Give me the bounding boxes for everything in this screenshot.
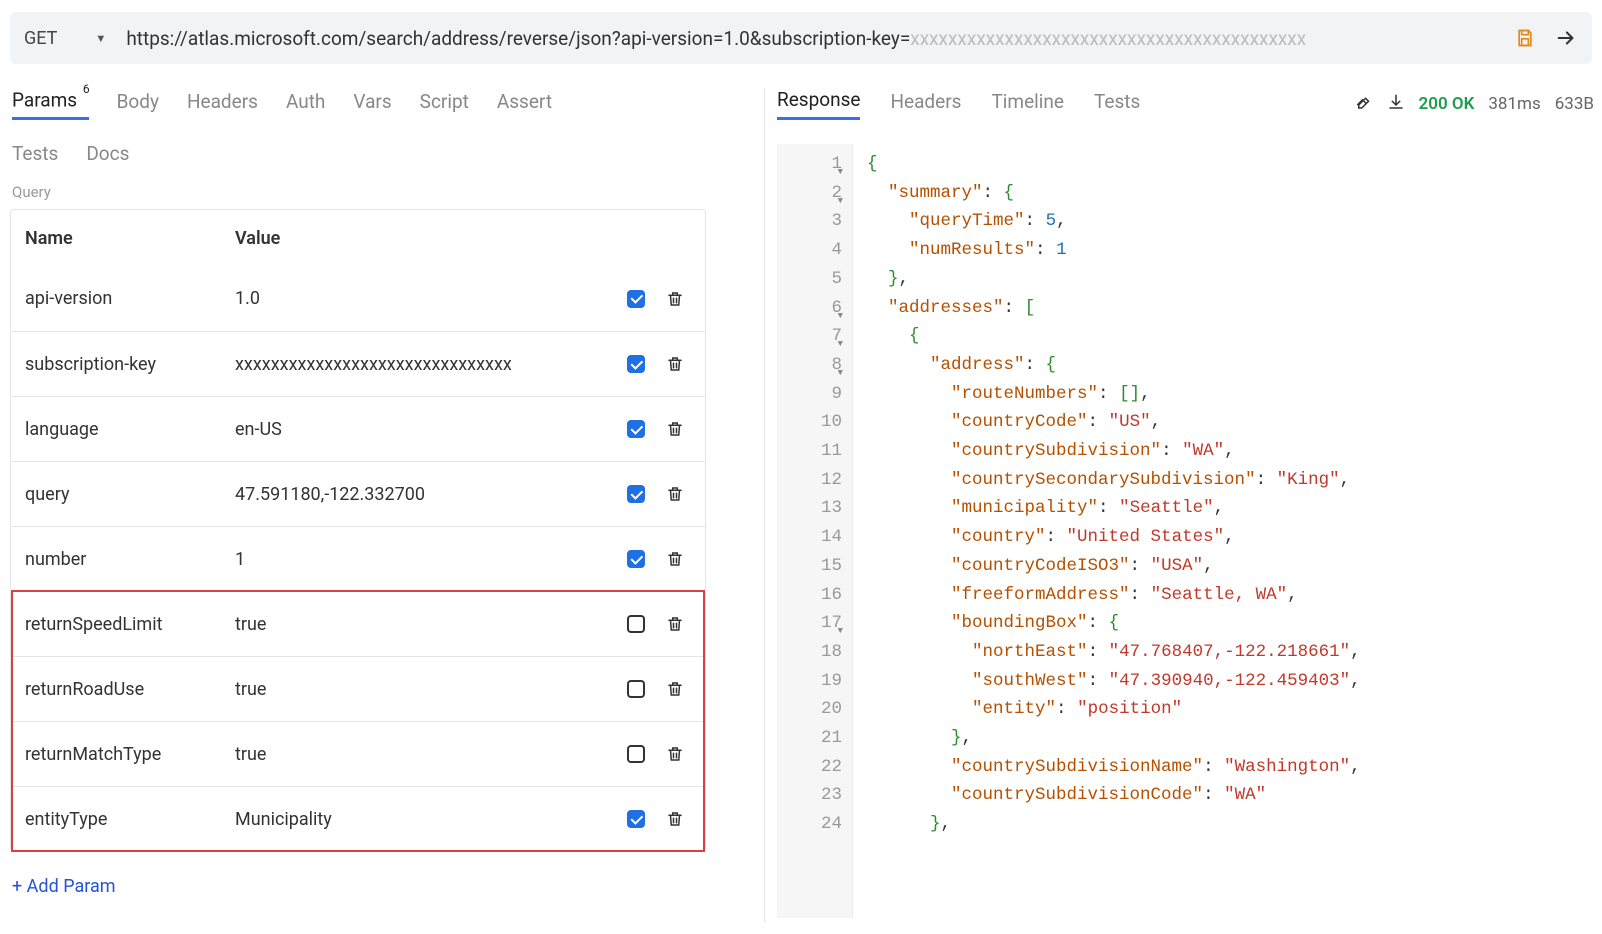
tab-auth[interactable]: Auth [286,90,325,119]
save-icon[interactable] [1514,27,1536,49]
param-value[interactable]: xxxxxxxxxxxxxxxxxxxxxxxxxxxxxxx [223,354,619,375]
trash-icon[interactable] [665,809,685,829]
trash-icon[interactable] [665,484,685,504]
param-name[interactable]: entityType [11,809,223,830]
table-row: api-version1.0 [11,266,705,331]
trash-icon[interactable] [665,419,685,439]
param-enabled-checkbox[interactable] [627,615,645,633]
tab-response-headers[interactable]: Headers [890,90,961,119]
param-value[interactable]: true [223,614,619,635]
response-body: 1▼2▼3456▼7▼8▼91011121314151617▼181920212… [777,144,1594,918]
url-bar: GET ▼ https://atlas.microsoft.com/search… [10,12,1592,64]
tab-vars[interactable]: Vars [353,90,391,119]
param-value[interactable]: true [223,744,619,765]
param-enabled-checkbox[interactable] [627,355,645,373]
param-value[interactable]: true [223,679,619,700]
tab-tests[interactable]: Tests [12,142,58,165]
param-name[interactable]: subscription-key [11,354,223,375]
param-enabled-checkbox[interactable] [627,745,645,763]
tab-assert[interactable]: Assert [497,90,552,119]
response-size: 633B [1555,94,1594,114]
add-param-button[interactable]: + Add Param [10,876,742,897]
http-method-select[interactable]: GET ▼ [24,28,114,49]
tab-params[interactable]: Params 6 [12,88,89,120]
query-section-label: Query [10,183,742,201]
tab-script[interactable]: Script [420,90,469,119]
param-enabled-checkbox[interactable] [627,420,645,438]
param-enabled-checkbox[interactable] [627,810,645,828]
table-row: returnSpeedLimittrue [11,591,705,656]
param-enabled-checkbox[interactable] [627,680,645,698]
response-panel: Response Headers Timeline Tests 200 OK 3… [777,88,1602,922]
param-value[interactable]: 47.591180,-122.332700 [223,484,619,505]
response-tabs: Response Headers Timeline Tests 200 OK 3… [777,88,1594,120]
send-arrow-icon[interactable] [1554,26,1578,50]
param-value[interactable]: 1.0 [223,288,619,309]
query-params-table: Name Value api-version1.0subscription-ke… [10,209,706,852]
url-input[interactable]: https://atlas.microsoft.com/search/addre… [114,27,1496,50]
param-enabled-checkbox[interactable] [627,485,645,503]
trash-icon[interactable] [665,354,685,374]
panel-divider[interactable] [764,88,765,922]
param-value[interactable]: Municipality [223,809,619,830]
param-name[interactable]: returnSpeedLimit [11,614,223,635]
param-value[interactable]: en-US [223,419,619,440]
tab-timeline[interactable]: Timeline [991,90,1064,119]
header-name: Name [11,228,223,249]
param-name[interactable]: query [11,484,223,505]
param-enabled-checkbox[interactable] [627,550,645,568]
url-secret: xxxxxxxxxxxxxxxxxxxxxxxxxxxxxxxxxxxxxxxx… [910,27,1306,50]
param-value[interactable]: 1 [223,549,619,570]
response-time: 381ms [1488,94,1540,114]
url-prefix: https://atlas.microsoft.com/search/addre… [126,27,910,50]
table-row: returnMatchTypetrue [11,721,705,786]
request-tabs: Params 6 Body Headers Auth Vars Script A… [10,88,742,120]
param-name[interactable]: returnRoadUse [11,679,223,700]
param-enabled-checkbox[interactable] [627,290,645,308]
table-row: number1 [11,526,705,591]
tab-headers[interactable]: Headers [187,90,258,119]
table-row: entityTypeMunicipality [11,786,705,851]
download-icon[interactable] [1387,93,1405,116]
table-row: query47.591180,-122.332700 [11,461,705,526]
tab-body[interactable]: Body [117,90,159,119]
http-method-label: GET [24,28,57,49]
table-row: returnRoadUsetrue [11,656,705,721]
line-gutter: 1▼2▼3456▼7▼8▼91011121314151617▼181920212… [777,144,853,918]
chevron-down-icon: ▼ [95,32,106,45]
code-content[interactable]: { "summary": { "queryTime": 5, "numResul… [853,144,1594,918]
clear-icon[interactable] [1355,93,1373,116]
param-name[interactable]: language [11,419,223,440]
status-code: 200 OK [1419,94,1475,114]
trash-icon[interactable] [665,744,685,764]
table-header-row: Name Value [11,210,705,266]
tab-docs[interactable]: Docs [86,142,129,165]
trash-icon[interactable] [665,549,685,569]
request-subtabs: Tests Docs [10,142,742,165]
tab-response-tests[interactable]: Tests [1094,90,1140,119]
tab-response[interactable]: Response [777,88,860,120]
param-name[interactable]: api-version [11,288,223,309]
header-value: Value [223,228,619,249]
trash-icon[interactable] [665,289,685,309]
param-name[interactable]: returnMatchType [11,744,223,765]
table-row: subscription-keyxxxxxxxxxxxxxxxxxxxxxxxx… [11,331,705,396]
request-panel: Params 6 Body Headers Auth Vars Script A… [0,88,752,922]
table-row: languageen-US [11,396,705,461]
trash-icon[interactable] [665,679,685,699]
param-name[interactable]: number [11,549,223,570]
trash-icon[interactable] [665,614,685,634]
